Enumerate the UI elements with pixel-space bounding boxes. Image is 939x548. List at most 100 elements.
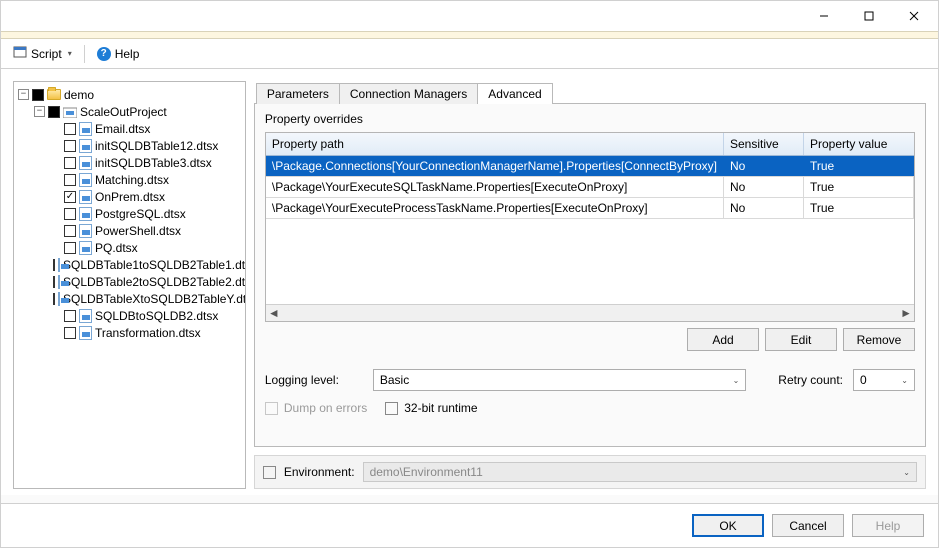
retry-count-select[interactable]: 0 ⌄: [853, 369, 915, 391]
tree-spacer: [50, 225, 61, 236]
tree-spacer: [50, 327, 61, 338]
col-property-path[interactable]: Property path: [266, 133, 724, 155]
tree-item-label: SQLDBTableXtoSQLDB2TableY.dtsx: [63, 292, 246, 306]
tab-advanced[interactable]: Advanced: [477, 83, 552, 104]
cell-path: \Package\YourExecuteProcessTaskName.Prop…: [266, 198, 724, 218]
checkbox[interactable]: [64, 225, 76, 237]
environment-value: demo\Environment11: [370, 465, 483, 479]
dump-on-errors-option: Dump on errors: [265, 401, 367, 415]
tab-connection-managers[interactable]: Connection Managers: [339, 83, 478, 104]
checkbox[interactable]: [64, 310, 76, 322]
checkbox[interactable]: [53, 259, 55, 271]
col-sensitive[interactable]: Sensitive: [724, 133, 804, 155]
checkbox[interactable]: [64, 208, 76, 220]
col-property-value[interactable]: Property value: [804, 133, 914, 155]
tree-item[interactable]: SQLDBTable2toSQLDB2Table2.dtsx: [50, 273, 243, 290]
checkbox[interactable]: [64, 327, 76, 339]
cell-value: True: [804, 156, 914, 176]
minimize-button[interactable]: [801, 2, 846, 30]
help-button-footer[interactable]: Help: [852, 514, 924, 537]
tree-item-label: PostgreSQL.dtsx: [95, 207, 186, 221]
checkbox[interactable]: [53, 293, 55, 305]
checkbox[interactable]: ✓: [64, 191, 76, 203]
chevron-down-icon: ▾: [68, 49, 72, 58]
help-icon: ?: [97, 47, 111, 61]
tree-spacer: [50, 157, 61, 168]
table-row[interactable]: \Package\YourExecuteSQLTaskName.Properti…: [266, 177, 914, 198]
tree-item-label: Email.dtsx: [95, 122, 150, 136]
tree-root-demo[interactable]: − demo: [18, 86, 243, 103]
tree-item[interactable]: SQLDBTableXtoSQLDB2TableY.dtsx: [50, 290, 243, 307]
package-icon: [79, 122, 92, 136]
tree-item[interactable]: PostgreSQL.dtsx: [50, 205, 243, 222]
help-button[interactable]: ? Help: [93, 45, 144, 63]
close-button[interactable]: [891, 2, 936, 30]
script-dropdown[interactable]: Script ▾: [9, 44, 76, 63]
checkbox-tristate[interactable]: [48, 106, 60, 118]
table-row[interactable]: \Package\YourExecuteProcessTaskName.Prop…: [266, 198, 914, 219]
edit-button[interactable]: Edit: [765, 328, 837, 351]
environment-label: Environment:: [284, 465, 355, 479]
checkbox[interactable]: [64, 123, 76, 135]
package-icon: [79, 207, 92, 221]
table-row[interactable]: \Package.Connections[YourConnectionManag…: [266, 156, 914, 177]
retry-count-label: Retry count:: [778, 373, 843, 387]
checkbox[interactable]: [64, 157, 76, 169]
maximize-button[interactable]: [846, 2, 891, 30]
tree-item[interactable]: SQLDBTable1toSQLDB2Table1.dtsx: [50, 256, 243, 273]
checkbox[interactable]: [64, 174, 76, 186]
logging-level-value: Basic: [380, 373, 409, 387]
tree-item[interactable]: ✓ OnPrem.dtsx: [50, 188, 243, 205]
tab-body-advanced: Property overrides Property path Sensiti…: [254, 103, 926, 447]
package-icon: [79, 326, 92, 340]
environment-checkbox[interactable]: [263, 466, 276, 479]
tree-item-label: OnPrem.dtsx: [95, 190, 165, 204]
package-icon: [79, 224, 92, 238]
tree-item-label: PowerShell.dtsx: [95, 224, 181, 238]
ok-button[interactable]: OK: [692, 514, 764, 537]
tree-item-label: SQLDBtoSQLDB2.dtsx: [95, 309, 218, 323]
logging-level-select[interactable]: Basic ⌄: [373, 369, 746, 391]
package-icon: [79, 156, 92, 170]
32bit-runtime-label: 32-bit runtime: [404, 401, 477, 415]
tree-item[interactable]: initSQLDBTable12.dtsx: [50, 137, 243, 154]
add-button[interactable]: Add: [687, 328, 759, 351]
tree-spacer: [50, 123, 61, 134]
32bit-runtime-checkbox[interactable]: [385, 402, 398, 415]
cell-sensitive: No: [724, 156, 804, 176]
checkbox[interactable]: [53, 276, 55, 288]
package-icon: [58, 275, 60, 289]
tree-item[interactable]: PowerShell.dtsx: [50, 222, 243, 239]
tree-item-label: PQ.dtsx: [95, 241, 138, 255]
package-icon: [79, 309, 92, 323]
dump-on-errors-checkbox: [265, 402, 278, 415]
checkbox[interactable]: [64, 242, 76, 254]
cancel-button[interactable]: Cancel: [772, 514, 844, 537]
collapse-icon[interactable]: −: [34, 106, 45, 117]
tab-parameters[interactable]: Parameters: [256, 83, 340, 104]
cell-path: \Package.Connections[YourConnectionManag…: [266, 156, 724, 176]
checkbox[interactable]: [64, 140, 76, 152]
collapse-icon[interactable]: −: [18, 89, 29, 100]
tree-item[interactable]: SQLDBtoSQLDB2.dtsx: [50, 307, 243, 324]
tree-spacer: [50, 242, 61, 253]
package-icon: [58, 258, 60, 272]
tree-item[interactable]: PQ.dtsx: [50, 239, 243, 256]
chevron-down-icon: ⌄: [903, 468, 910, 477]
package-icon: [79, 173, 92, 187]
package-icon: [79, 139, 92, 153]
tree-project[interactable]: − ScaleOutProject: [34, 103, 243, 120]
32bit-runtime-option[interactable]: 32-bit runtime: [385, 401, 477, 415]
environment-row: Environment: demo\Environment11 ⌄: [254, 455, 926, 489]
tree-item[interactable]: initSQLDBTable3.dtsx: [50, 154, 243, 171]
tree-item[interactable]: Transformation.dtsx: [50, 324, 243, 341]
remove-button[interactable]: Remove: [843, 328, 915, 351]
tree-item[interactable]: Matching.dtsx: [50, 171, 243, 188]
tree-item[interactable]: Email.dtsx: [50, 120, 243, 137]
tree-spacer: [50, 191, 61, 202]
checkbox-tristate[interactable]: [32, 89, 44, 101]
cell-value: True: [804, 177, 914, 197]
dump-on-errors-label: Dump on errors: [284, 401, 367, 415]
horizontal-scrollbar[interactable]: ◄►: [266, 304, 914, 321]
chevron-down-icon: ⌄: [901, 376, 908, 385]
